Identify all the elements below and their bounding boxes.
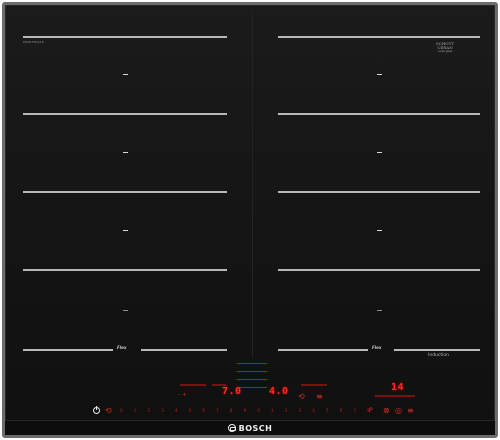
minus-plus-left[interactable]: – +	[178, 393, 186, 398]
bottom-frame: BOSCH	[5, 420, 495, 435]
zone-line-right-5	[278, 349, 368, 351]
scale-tick[interactable]: 3	[299, 408, 302, 416]
schott-ceran-logo: SCHOTT CERAN ceran glass	[436, 42, 454, 54]
zone-line-right-6	[394, 349, 480, 351]
scale-tick[interactable]: 2	[147, 408, 150, 416]
zone-line-left-3	[23, 191, 227, 193]
menu-icon[interactable]: ≡	[407, 407, 414, 415]
scale-tick[interactable]: 4	[312, 408, 315, 416]
zone-center-mark	[123, 310, 128, 311]
zone-center-mark	[123, 74, 128, 75]
scale-tick[interactable]: 6	[340, 408, 343, 416]
scale-tick[interactable]: 6	[202, 408, 205, 416]
scale-tick[interactable]: 8	[230, 408, 233, 416]
flex-zone-label-right: Flex	[372, 345, 382, 350]
keep-warm-icon[interactable]: P	[369, 407, 373, 415]
zone-center-mark	[123, 230, 128, 231]
scale-tick[interactable]: 7	[353, 408, 356, 416]
zone-center-mark	[377, 74, 382, 75]
power-level-scale[interactable]: 0 1 2 3 4 5 6 7 8 9 0 1 2 3 4 5 6 7 8	[120, 408, 370, 416]
timer-display: 14	[391, 382, 405, 393]
scale-tick[interactable]: 4	[175, 408, 178, 416]
zone-select-bar-right[interactable]	[301, 384, 327, 386]
boost-icon[interactable]: ⟲	[298, 393, 305, 401]
zone-select-bar-left[interactable]	[180, 384, 206, 386]
scale-tick[interactable]: 1	[271, 408, 274, 416]
zone-line-left-4	[23, 269, 227, 271]
zone-line-right-1	[278, 36, 480, 38]
zone-line-right-4	[278, 269, 480, 271]
timer-icon[interactable]: ◎	[395, 407, 402, 415]
zone-center-mark	[123, 152, 128, 153]
cooktop-surface: PXX675DC1E SCHOTT CERAN ceran glass Flex…	[2, 2, 498, 438]
left-power-level-display: 7.0	[222, 386, 242, 397]
zone-select-bar-mid[interactable]	[212, 384, 226, 386]
zone-center-mark	[377, 230, 382, 231]
slider-bar	[237, 379, 267, 380]
induction-label: Induction	[428, 353, 449, 358]
scale-tick[interactable]: 9	[244, 408, 247, 416]
model-code: PXX675DC1E	[23, 40, 44, 44]
scale-tick[interactable]: 3	[161, 408, 164, 416]
childlock-icon[interactable]: ⊗	[383, 407, 390, 415]
scale-tick[interactable]: 7	[216, 408, 219, 416]
zone-line-left-2	[23, 113, 227, 115]
scale-tick[interactable]: 0	[257, 408, 260, 416]
zone-line-left-5	[23, 349, 113, 351]
scale-tick[interactable]: 2	[285, 408, 288, 416]
zone-line-left-1	[23, 36, 227, 38]
brand-logo: BOSCH	[5, 424, 495, 433]
zone-line-right-3	[278, 191, 480, 193]
schott-line-3: ceran glass	[437, 50, 453, 53]
zone-center-mark	[377, 310, 382, 311]
slider-bar	[237, 363, 267, 364]
zone-line-right-2	[278, 113, 480, 115]
zone-center-mark	[377, 152, 382, 153]
scale-tick[interactable]: 0	[120, 408, 123, 416]
brand-name: BOSCH	[238, 424, 273, 433]
right-power-level-display: 4.0	[269, 386, 289, 397]
scale-tick[interactable]: 5	[326, 408, 329, 416]
pan-icon[interactable]: ≡	[316, 393, 323, 401]
zone-divider	[252, 13, 253, 358]
power-icon[interactable]	[93, 406, 100, 414]
bosch-logo-icon	[227, 424, 236, 432]
zone-line-left-6	[141, 349, 227, 351]
slider-bar	[237, 371, 267, 372]
scale-tick[interactable]: 1	[134, 408, 137, 416]
flex-zone-label-left: Flex	[117, 345, 127, 350]
scale-tick[interactable]: 5	[189, 408, 192, 416]
timer-bar	[375, 395, 415, 397]
boost-icon[interactable]: ⟲	[105, 407, 112, 415]
